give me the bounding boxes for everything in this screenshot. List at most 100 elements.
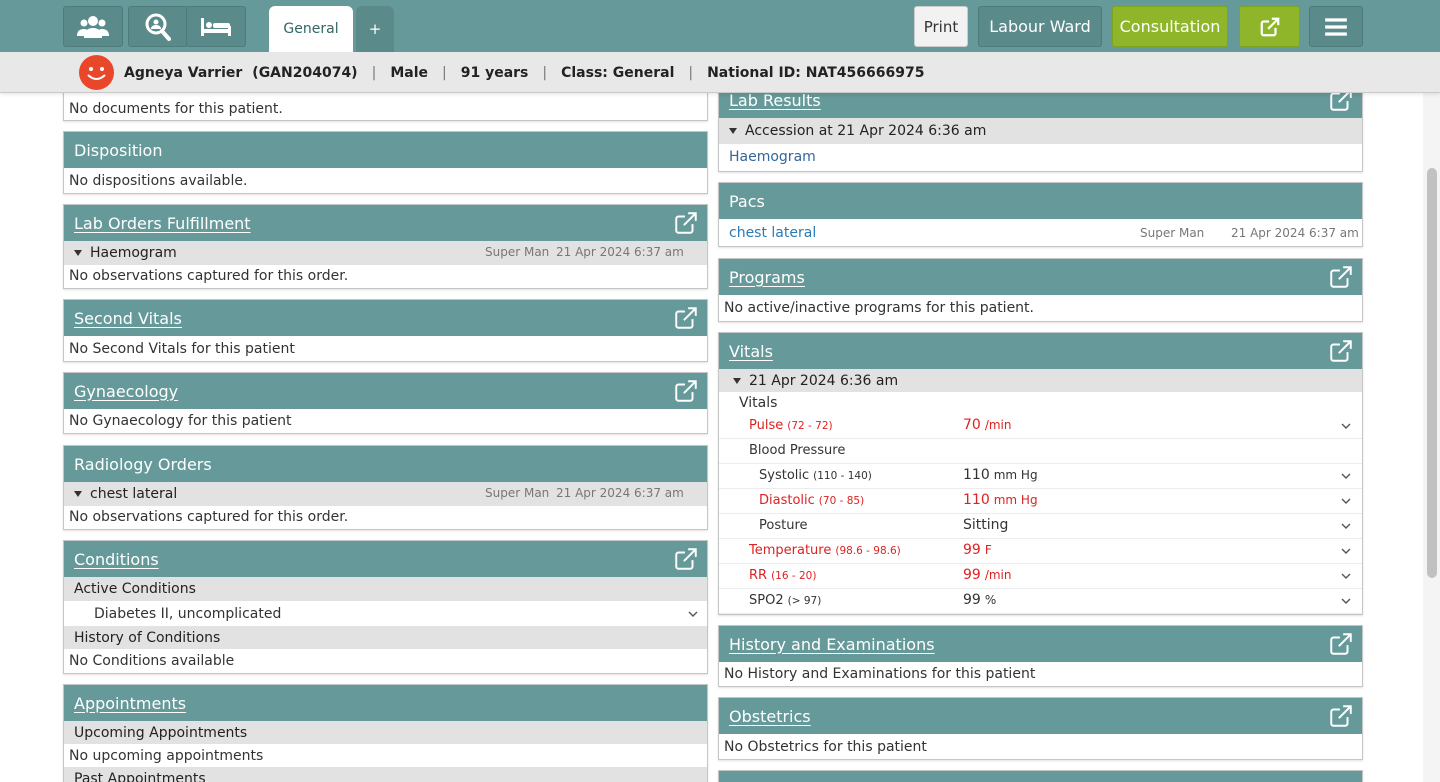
vital-value: 70/min	[963, 417, 1012, 433]
chevron-down-icon[interactable]	[1340, 495, 1352, 507]
obstetrics-header: Obstetrics	[719, 698, 1362, 734]
lab-results-title-link[interactable]: Lab Results	[729, 91, 821, 110]
hamburger-menu-icon	[1325, 17, 1347, 36]
vital-value-number: 99	[963, 567, 981, 583]
chevron-down-icon[interactable]	[1340, 470, 1352, 482]
vital-value-number: 70	[963, 417, 981, 433]
pacs-panel: Pacs chest lateral Super Man 21 Apr 2024…	[718, 182, 1363, 247]
scrollbar-thumb[interactable]	[1427, 168, 1437, 578]
patient-name[interactable]: Agneya Varrier	[124, 65, 242, 81]
chevron-down-icon[interactable]	[1340, 545, 1352, 557]
print-label: Print	[923, 17, 959, 36]
vital-unit: /min	[984, 418, 1012, 432]
search-patient-icon[interactable]	[128, 6, 188, 47]
vital-name: Pulse	[749, 418, 784, 433]
history-conditions-label: History of Conditions	[64, 626, 707, 649]
patient-gender: Male	[390, 64, 428, 81]
add-tab-button[interactable]: +	[356, 6, 394, 52]
vital-range: (70 - 85)	[818, 495, 865, 507]
vital-row-systolic[interactable]: Systolic (110 - 140) 110 mm Hg	[719, 464, 1362, 489]
vital-label: RR (16 - 20)	[749, 568, 816, 583]
patients-icon[interactable]	[63, 6, 123, 47]
collapse-triangle-icon	[74, 491, 82, 497]
vital-unit: mm Hg	[993, 468, 1038, 482]
vital-range: (72 - 72)	[787, 420, 833, 432]
appointments-title-link[interactable]: Appointments	[74, 694, 186, 713]
pacs-date: 21 Apr 2024 6:37 am	[1231, 226, 1359, 240]
conditions-panel: Conditions Active Conditions Diabetes II…	[63, 540, 708, 674]
obstetrics-title-link[interactable]: Obstetrics	[729, 707, 811, 726]
accession-row[interactable]: Accession at 21 Apr 2024 6:36 am	[719, 118, 1362, 144]
blood-pressure-group-label: Blood Pressure	[719, 439, 1362, 464]
lab-order-empty-text: No observations captured for this order.	[69, 268, 349, 284]
separator: |	[688, 64, 694, 81]
gynaecology-header: Gynaecology	[64, 373, 707, 409]
radiology-order-provider: Super Man	[485, 486, 550, 500]
consultation-button[interactable]: Consultation	[1112, 6, 1228, 47]
search-patient-icon	[145, 13, 171, 41]
programs-title-link[interactable]: Programs	[729, 268, 805, 287]
vital-row-spo2[interactable]: SPO2 (> 97) 99%	[719, 589, 1362, 614]
second-vitals-title-link[interactable]: Second Vitals	[74, 309, 182, 328]
vital-name: SPO2	[749, 593, 784, 608]
external-link-icon[interactable]	[1328, 631, 1354, 657]
bed-icon[interactable]	[186, 6, 246, 47]
vitals-date-row[interactable]: 21 Apr 2024 6:36 am	[719, 369, 1362, 392]
lab-order-row[interactable]: Haemogram Super Man 21 Apr 2024 6:37 am	[64, 241, 707, 265]
external-link-icon[interactable]	[673, 546, 699, 572]
chevron-down-icon[interactable]	[687, 608, 699, 620]
vital-row-pulse[interactable]: Pulse (72 - 72) 70/min	[719, 414, 1362, 439]
external-link-icon[interactable]	[1328, 338, 1354, 364]
vital-value-number: 99	[963, 542, 981, 558]
vital-row-temperature[interactable]: Temperature (98.6 - 98.6) 99 F	[719, 539, 1362, 564]
pacs-title: Pacs	[729, 191, 765, 211]
lab-orders-title-link[interactable]: Lab Orders Fulfillment	[74, 214, 251, 233]
upcoming-appointments-empty: No upcoming appointments	[69, 747, 264, 764]
pacs-item-link[interactable]: chest lateral	[729, 225, 816, 241]
vitals-rows: Pulse (72 - 72) 70/min Blood Pressure Systol…	[719, 414, 1362, 614]
documents-empty-text: No documents for this patient.	[69, 100, 283, 117]
vitals-panel: Vitals 21 Apr 2024 6:36 am Vitals Pulse(…	[718, 332, 1363, 615]
vitals-title-link[interactable]: Vitals	[729, 342, 773, 361]
gynaecology-title-link[interactable]: Gynaecology	[74, 382, 178, 401]
history-title-link[interactable]: History and Examinations	[729, 635, 935, 654]
radiology-header: Radiology Orders	[64, 446, 707, 482]
tab-general[interactable]: General	[269, 6, 353, 52]
obstetrics-empty-text: No Obstetrics for this patient	[724, 738, 927, 755]
chevron-down-icon[interactable]	[1340, 420, 1352, 432]
vital-value-number: 99	[963, 592, 981, 608]
radiology-order-row[interactable]: chest lateral Super Man 21 Apr 2024 6:37…	[64, 482, 707, 506]
vital-value: 99/min	[963, 567, 1012, 583]
conditions-title-link[interactable]: Conditions	[74, 550, 159, 569]
lab-orders-header: Lab Orders Fulfillment	[64, 205, 707, 241]
vital-label: Pulse (72 - 72)	[749, 418, 833, 433]
hamburger-menu-button[interactable]	[1309, 6, 1363, 47]
external-link-icon[interactable]	[673, 378, 699, 404]
vital-row-diastolic[interactable]: Diastolic (70 - 85) 110 mm Hg	[719, 489, 1362, 514]
vital-value: 99%	[963, 592, 996, 608]
separator: |	[371, 64, 377, 81]
vital-row-posture[interactable]: Posture Sitting	[719, 514, 1362, 539]
patient-avatar[interactable]	[79, 55, 114, 90]
lab-result-item[interactable]: Haemogram	[719, 144, 1362, 170]
vital-row-rr[interactable]: RR (16 - 20) 99/min	[719, 564, 1362, 589]
print-button[interactable]: Print	[914, 6, 968, 47]
condition-item[interactable]: Diabetes II, uncomplicated	[64, 601, 707, 626]
vital-name: Temperature	[749, 543, 832, 558]
vitals-group-label: Vitals	[739, 395, 778, 411]
external-link-icon[interactable]	[673, 210, 699, 236]
external-link-icon[interactable]	[1328, 703, 1354, 729]
labour-ward-label: Labour Ward	[989, 17, 1091, 36]
external-link-icon[interactable]	[1328, 264, 1354, 290]
chevron-down-icon[interactable]	[1340, 595, 1352, 607]
vital-range: (110 - 140)	[813, 470, 872, 482]
labour-ward-button[interactable]: Labour Ward	[978, 6, 1102, 47]
external-link-icon[interactable]	[673, 305, 699, 331]
chevron-down-icon[interactable]	[1340, 520, 1352, 532]
appointments-panel: Appointments Upcoming Appointments No up…	[63, 684, 708, 782]
vital-name: Posture	[759, 518, 808, 533]
programs-header: Programs	[719, 259, 1362, 295]
chevron-down-icon[interactable]	[1340, 570, 1352, 582]
external-link-button[interactable]	[1239, 6, 1300, 47]
next-panel-header	[719, 771, 1362, 782]
